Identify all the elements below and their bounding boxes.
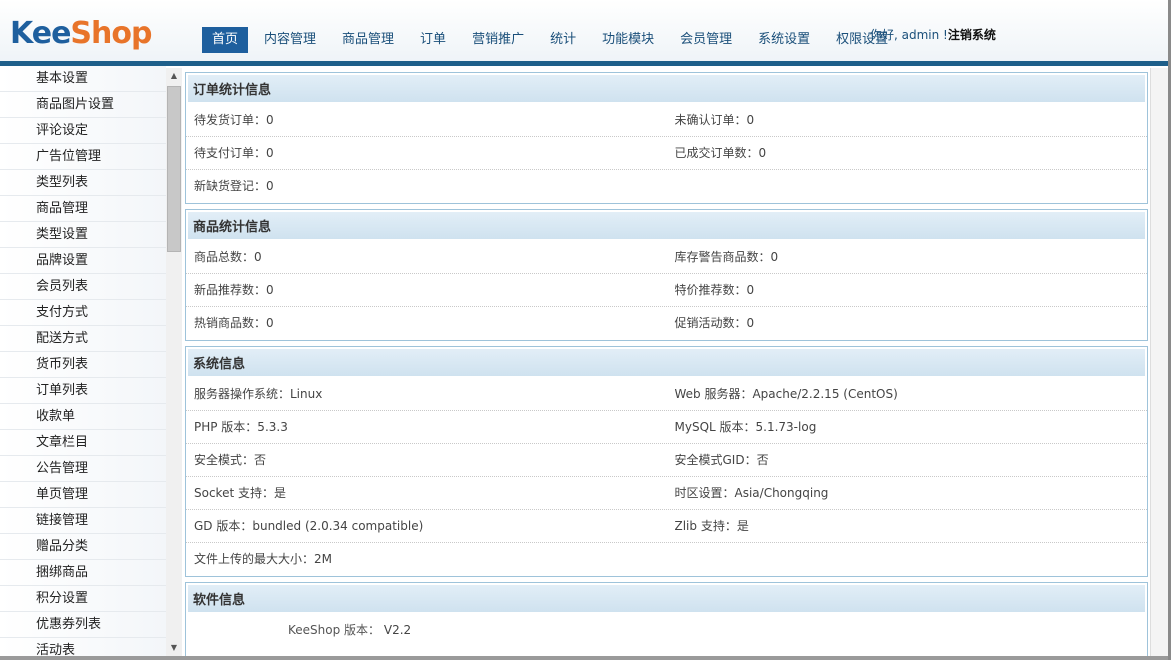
scroll-down-icon[interactable]: ▼ [166, 640, 182, 656]
software-info-panel: 软件信息 KeeShop 版本： V2.2 [185, 582, 1148, 660]
order-stats-panel: 订单统计信息 待发货订单：0 未确认订单：0 待支付订单：0 已成交订单数：0 … [185, 72, 1148, 204]
nav-settings[interactable]: 系统设置 [748, 27, 820, 53]
info-row: 商品总数：0 库存警告商品数：0 [186, 241, 1147, 274]
nav-stats[interactable]: 统计 [540, 27, 586, 53]
goods-stats-panel: 商品统计信息 商品总数：0 库存警告商品数：0 新品推荐数：0 特价推荐数：0 … [185, 209, 1148, 341]
info-cell [667, 170, 1148, 203]
info-row: 服务器操作系统：Linux Web 服务器：Apache/2.2.15 (Cen… [186, 378, 1147, 411]
sidebar-item-goods-management[interactable]: 商品管理 [0, 196, 166, 222]
info-row: PHP 版本：5.3.3 MySQL 版本：5.1.73-log [186, 411, 1147, 444]
main-content: 订单统计信息 待发货订单：0 未确认订单：0 待支付订单：0 已成交订单数：0 … [182, 68, 1150, 660]
sidebar-item-goods-image-settings[interactable]: 商品图片设置 [0, 92, 166, 118]
info-cell: GD 版本：bundled (2.0.34 compatible) [194, 519, 424, 533]
sidebar-item-points-settings[interactable]: 积分设置 [0, 586, 166, 612]
info-cell: 热销商品数：0 [194, 316, 274, 330]
user-greeting: 你好, admin ! [870, 28, 948, 42]
sidebar-item-announcements[interactable]: 公告管理 [0, 456, 166, 482]
panel-title: 商品统计信息 [186, 210, 1147, 241]
sidebar-item-ad-positions[interactable]: 广告位管理 [0, 144, 166, 170]
sidebar-item-member-list[interactable]: 会员列表 [0, 274, 166, 300]
sidebar-item-type-list[interactable]: 类型列表 [0, 170, 166, 196]
top-header: KeeShop 首页 内容管理 商品管理 订单 营销推广 统计 功能模块 会员管… [0, 0, 1168, 64]
sidebar-item-links[interactable]: 链接管理 [0, 508, 166, 534]
sidebar-item-comment-settings[interactable]: 评论设定 [0, 118, 166, 144]
nav-modules[interactable]: 功能模块 [592, 27, 664, 53]
info-cell: MySQL 版本：5.1.73-log [674, 420, 817, 434]
info-row: 文件上传的最大大小：2M [186, 543, 1147, 576]
nav-content[interactable]: 内容管理 [254, 27, 326, 53]
sidebar-item-shipping-methods[interactable]: 配送方式 [0, 326, 166, 352]
info-cell: 文件上传的最大大小：2M [194, 552, 332, 566]
sidebar-item-single-pages[interactable]: 单页管理 [0, 482, 166, 508]
info-cell: Web 服务器：Apache/2.2.15 (CentOS) [674, 387, 898, 401]
main-scrollbar[interactable] [1150, 68, 1168, 660]
sidebar-item-currency-list[interactable]: 货币列表 [0, 352, 166, 378]
info-cell: PHP 版本：5.3.3 [194, 420, 288, 434]
user-area: 你好, admin !注销系统 [870, 27, 996, 43]
info-cell: 服务器操作系统：Linux [194, 387, 323, 401]
info-cell: 待支付订单：0 [194, 146, 274, 160]
info-row: 热销商品数：0 促销活动数：0 [186, 307, 1147, 340]
info-row: 待支付订单：0 已成交订单数：0 [186, 137, 1147, 170]
bottom-edge [0, 656, 1168, 660]
sidebar-item-order-list[interactable]: 订单列表 [0, 378, 166, 404]
sidebar-item-brand-settings[interactable]: 品牌设置 [0, 248, 166, 274]
info-cell: 待发货订单：0 [194, 113, 274, 127]
sidebar-item-coupon-list[interactable]: 优惠券列表 [0, 612, 166, 638]
nav-members[interactable]: 会员管理 [670, 27, 742, 53]
sidebar-item-gift-categories[interactable]: 赠品分类 [0, 534, 166, 560]
info-cell: 已成交订单数：0 [674, 146, 767, 160]
info-cell: 库存警告商品数：0 [674, 250, 779, 264]
info-cell [667, 543, 1148, 576]
header-divider [0, 61, 1168, 66]
sidebar-menu: 基本设置 商品图片设置 评论设定 广告位管理 类型列表 商品管理 类型设置 品牌… [0, 66, 166, 660]
info-row: 待发货订单：0 未确认订单：0 [186, 104, 1147, 137]
info-row: 新缺货登记：0 [186, 170, 1147, 203]
panel-title: 订单统计信息 [186, 73, 1147, 104]
logo-part-shop: Shop [70, 16, 152, 51]
version-cell: KeeShop 版本： V2.2 [186, 614, 411, 647]
system-info-panel: 系统信息 服务器操作系统：Linux Web 服务器：Apache/2.2.15… [185, 346, 1148, 577]
nav-home[interactable]: 首页 [202, 27, 249, 53]
info-cell: 时区设置：Asia/Chongqing [674, 486, 829, 500]
nav-orders[interactable]: 订单 [410, 27, 456, 53]
info-cell: 商品总数：0 [194, 250, 262, 264]
info-cell: 安全模式：否 [194, 453, 267, 467]
keeshop-logo[interactable]: KeeShop [10, 16, 152, 52]
logout-link[interactable]: 注销系统 [948, 28, 996, 42]
sidebar-item-receipts[interactable]: 收款单 [0, 404, 166, 430]
version-value: V2.2 [383, 623, 412, 637]
info-cell: 未确认订单：0 [674, 113, 755, 127]
info-cell: 促销活动数：0 [674, 316, 755, 330]
info-cell: 新缺货登记：0 [194, 179, 274, 193]
panel-title: 软件信息 [186, 583, 1147, 614]
version-label: KeeShop 版本： [288, 623, 381, 637]
sidebar-scroll-thumb[interactable] [167, 86, 181, 252]
sidebar-item-payment-methods[interactable]: 支付方式 [0, 300, 166, 326]
main-nav: 首页 内容管理 商品管理 订单 营销推广 统计 功能模块 会员管理 系统设置 权… [202, 27, 904, 53]
info-cell: 安全模式GID：否 [674, 453, 769, 467]
nav-goods[interactable]: 商品管理 [332, 27, 404, 53]
info-cell: Zlib 支持：是 [674, 519, 749, 533]
info-row: 新品推荐数：0 特价推荐数：0 [186, 274, 1147, 307]
admin-window: KeeShop 首页 内容管理 商品管理 订单 营销推广 统计 功能模块 会员管… [0, 0, 1171, 660]
info-cell: 特价推荐数：0 [674, 283, 755, 297]
scroll-up-icon[interactable]: ▲ [166, 68, 182, 84]
logo-part-kee: Kee [10, 16, 71, 51]
info-cell: Socket 支持：是 [194, 486, 286, 500]
info-row: Socket 支持：是 时区设置：Asia/Chongqing [186, 477, 1147, 510]
sidebar-item-type-settings[interactable]: 类型设置 [0, 222, 166, 248]
info-row: 安全模式：否 安全模式GID：否 [186, 444, 1147, 477]
panel-title: 系统信息 [186, 347, 1147, 378]
nav-marketing[interactable]: 营销推广 [462, 27, 534, 53]
sidebar-item-basic-settings[interactable]: 基本设置 [0, 66, 166, 92]
info-row: KeeShop 版本： V2.2 [186, 614, 1147, 647]
sidebar-item-bundled-goods[interactable]: 捆绑商品 [0, 560, 166, 586]
info-row: GD 版本：bundled (2.0.34 compatible) Zlib 支… [186, 510, 1147, 543]
info-cell: 新品推荐数：0 [194, 283, 274, 297]
sidebar-scrollbar[interactable]: ▲ ▼ [166, 68, 182, 660]
sidebar-item-article-categories[interactable]: 文章栏目 [0, 430, 166, 456]
